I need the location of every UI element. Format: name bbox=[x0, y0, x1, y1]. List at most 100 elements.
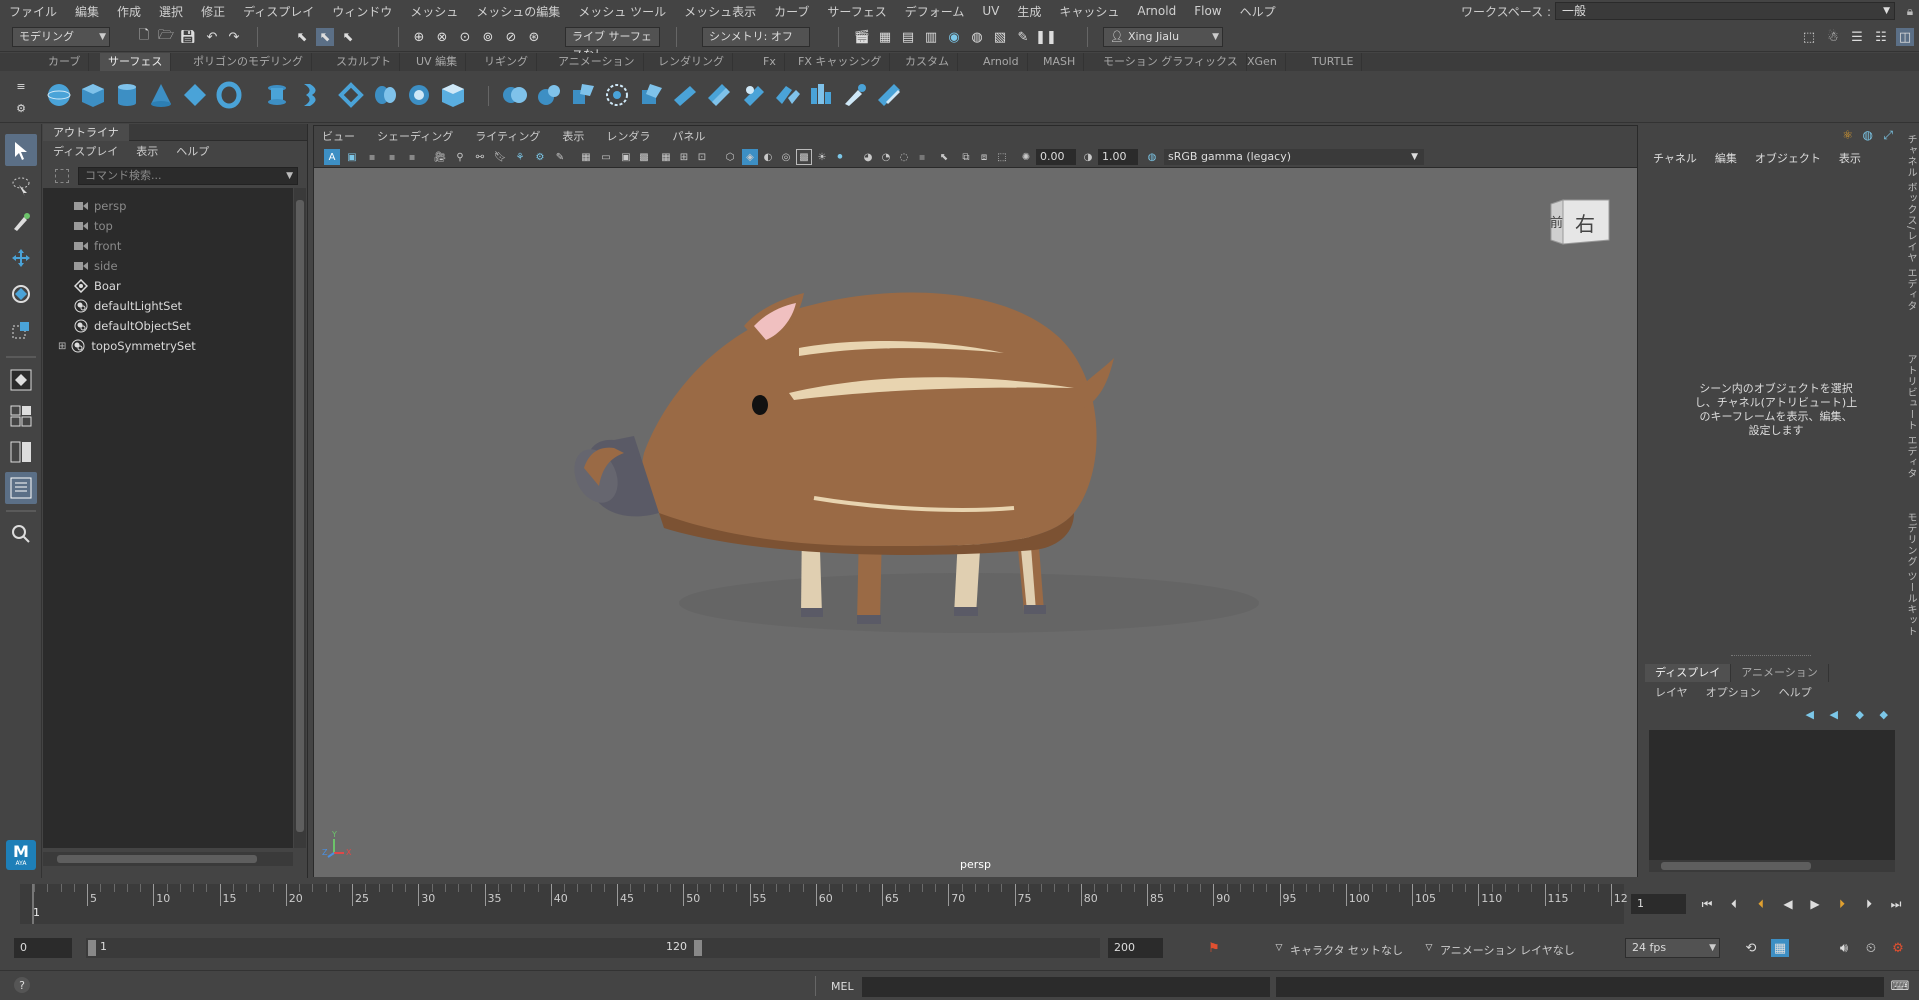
new-scene-icon[interactable]: 🗋 bbox=[135, 28, 153, 46]
viewport-menu-item[interactable]: ライティング bbox=[475, 128, 540, 144]
layer-scrollbar[interactable] bbox=[1649, 860, 1895, 872]
channel-box-menu-item[interactable]: 表示 bbox=[1839, 150, 1861, 166]
scrollbar-thumb[interactable] bbox=[57, 855, 257, 863]
wireframe-icon[interactable]: ▣ bbox=[618, 149, 634, 165]
hud-icon[interactable]: ⧉ bbox=[958, 149, 974, 165]
smooth-shade-icon[interactable]: ▩ bbox=[636, 149, 652, 165]
sculpt-geometry-icon[interactable] bbox=[840, 80, 870, 110]
anim-start-input[interactable]: 0 bbox=[14, 938, 72, 958]
safe-title-icon[interactable]: ▭ bbox=[598, 149, 614, 165]
attribute-editor-icon[interactable]: ☷ bbox=[1872, 28, 1890, 46]
shelf-gear-icon[interactable]: ⚙ bbox=[12, 99, 30, 117]
play-backward-icon[interactable]: ◀ bbox=[1778, 895, 1798, 913]
character-set-label[interactable]: キャラクタ セットなし bbox=[1290, 942, 1403, 958]
depth-of-field-icon[interactable]: ☀ bbox=[814, 149, 830, 165]
human-ik-icon[interactable]: ☃ bbox=[1824, 28, 1842, 46]
boar-model[interactable] bbox=[314, 168, 1637, 877]
cache-icon[interactable]: ▦ bbox=[1771, 939, 1789, 957]
expand-icon[interactable]: ⊞ bbox=[58, 341, 66, 352]
frame-selected-icon[interactable]: ⬚ bbox=[994, 149, 1010, 165]
snap-edge-icon[interactable]: ⊛ bbox=[525, 28, 543, 46]
pause-icon[interactable]: ❚❚ bbox=[1035, 28, 1057, 46]
align-surfaces-icon[interactable] bbox=[568, 80, 598, 110]
play-forward-icon[interactable]: ▶ bbox=[1805, 895, 1825, 913]
range-start-handle[interactable] bbox=[88, 940, 96, 956]
channel-box-toggle-icon[interactable]: ☰ bbox=[1848, 28, 1866, 46]
open-scene-icon[interactable]: 🗁 bbox=[157, 28, 175, 46]
menu-item[interactable]: 生成 bbox=[1008, 3, 1050, 20]
sidebar-tab-attribute-editor[interactable]: アトリビュート エディタ bbox=[1903, 354, 1918, 479]
fps-dropdown[interactable]: 24 fps ▼ bbox=[1625, 938, 1720, 958]
menu-item[interactable]: 修正 bbox=[192, 3, 234, 20]
outliner-search-input[interactable]: コマンド検索... ▼ bbox=[78, 167, 298, 185]
loft-icon[interactable] bbox=[296, 80, 326, 110]
shelf-tab[interactable]: カスタム bbox=[897, 53, 958, 71]
shelf-menu-icon[interactable]: ≡ bbox=[12, 77, 30, 95]
save-scene-icon[interactable]: 💾︎ bbox=[179, 28, 197, 46]
surface-editing-icon[interactable] bbox=[874, 80, 904, 110]
time-settings-icon[interactable]: ⏲ bbox=[1862, 939, 1880, 957]
ipr-render-icon[interactable]: ▤ bbox=[899, 28, 917, 46]
revolve-icon[interactable] bbox=[262, 80, 292, 110]
redo-icon[interactable]: ↷ bbox=[225, 28, 243, 46]
backface-icon[interactable]: ▪ bbox=[914, 149, 930, 165]
channel-box-icon[interactable]: ⚛ bbox=[1842, 128, 1853, 142]
menu-item[interactable]: キャッシュ bbox=[1050, 3, 1128, 20]
frame-all-icon[interactable]: ⧈ bbox=[976, 149, 992, 165]
exposure-field[interactable]: 0.00 bbox=[1036, 149, 1076, 165]
viewport-menu-item[interactable]: ビュー bbox=[322, 128, 355, 144]
scrollbar-thumb[interactable] bbox=[296, 200, 304, 832]
chevron-down-icon[interactable]: ▼ bbox=[286, 168, 293, 184]
persp-outliner-view-icon[interactable] bbox=[5, 436, 37, 468]
anim-end-input[interactable]: 200 bbox=[1108, 938, 1163, 958]
gamma-icon[interactable]: ◑ bbox=[1080, 149, 1096, 165]
arnold-render-icon[interactable]: ◍ bbox=[968, 28, 986, 46]
scrollbar-thumb[interactable] bbox=[1661, 862, 1811, 870]
channel-box-menu-item[interactable]: 編集 bbox=[1715, 150, 1737, 166]
menu-item[interactable]: サーフェス bbox=[818, 3, 895, 20]
outliner-item[interactable]: persp bbox=[73, 196, 126, 216]
gate-mask-icon[interactable]: ⚘ bbox=[512, 149, 528, 165]
paint-select-tool-icon[interactable] bbox=[5, 206, 37, 238]
menu-item[interactable]: UV bbox=[973, 4, 1008, 18]
menu-item[interactable]: Flow bbox=[1185, 4, 1230, 18]
open-close-surfaces-icon[interactable] bbox=[602, 80, 632, 110]
snap-point-icon[interactable]: ⊙ bbox=[456, 28, 474, 46]
lock-icon[interactable]: 🔒︎ bbox=[1901, 2, 1919, 20]
script-language-label[interactable]: MEL bbox=[831, 980, 854, 993]
extend-surfaces-icon[interactable] bbox=[670, 80, 700, 110]
viewport-canvas[interactable]: 前 右 Y Z X persp bbox=[314, 168, 1637, 877]
menu-item[interactable]: メッシュ bbox=[401, 3, 467, 20]
outliner-item[interactable]: ⊞ topoSymmetrySet bbox=[58, 336, 196, 356]
move-tool-icon[interactable] bbox=[5, 242, 37, 274]
toolkit-icon[interactable]: ⤢ bbox=[1883, 128, 1893, 143]
outliner-menu-item[interactable]: 表示 bbox=[136, 143, 158, 159]
planar-icon[interactable] bbox=[336, 80, 366, 110]
range-end-handle[interactable] bbox=[694, 940, 702, 956]
shelf-tab[interactable]: TURTLE bbox=[1304, 53, 1363, 71]
channel-box-menu-item[interactable]: チャネル bbox=[1653, 150, 1697, 166]
anti-alias-icon[interactable]: ▩ bbox=[796, 149, 812, 165]
isolate-select-icon[interactable]: ⚫ bbox=[832, 149, 848, 165]
step-forward-icon[interactable]: ⏵ bbox=[1859, 895, 1879, 913]
color-management-icon[interactable]: ◍ bbox=[1144, 149, 1160, 165]
channel-box-menu-item[interactable]: オブジェクト bbox=[1755, 150, 1821, 166]
shelf-tab[interactable]: レンダリング bbox=[650, 53, 733, 71]
sidebar-tab-modeling-toolkit[interactable]: モデリング ツールキット bbox=[1903, 512, 1918, 637]
menu-item[interactable]: メッシュ ツール bbox=[569, 3, 675, 20]
step-back-key-icon[interactable]: ⏴ bbox=[1751, 895, 1771, 913]
menu-item[interactable]: ウィンドウ bbox=[323, 3, 401, 20]
nurbs-cube-icon[interactable] bbox=[78, 80, 108, 110]
time-slider-track[interactable]: 1 5 10 15 20 25 30 35 40 45 50 55 60 65 70 75 80 85 90 95 1… bbox=[20, 884, 1628, 924]
bookmarks-icon[interactable]: ▪ bbox=[364, 149, 380, 165]
outliner-item[interactable]: defaultLightSet bbox=[73, 296, 182, 316]
rebuild-surfaces-icon[interactable] bbox=[738, 80, 768, 110]
filter-icon[interactable] bbox=[55, 169, 69, 183]
hypershade-icon[interactable]: ◉ bbox=[945, 28, 963, 46]
camera-attributes-icon[interactable]: ▣ bbox=[344, 149, 360, 165]
layer-menu-item[interactable]: ヘルプ bbox=[1779, 684, 1812, 700]
shelf-tab[interactable]: Arnold bbox=[975, 53, 1028, 71]
field-chart-icon[interactable]: ⚙ bbox=[532, 149, 548, 165]
sidebar-tab-channel-box[interactable]: チャネル ボックス/レイヤ エディタ bbox=[1903, 134, 1918, 312]
anim-prefs-icon[interactable]: ⚙ bbox=[1889, 939, 1907, 957]
